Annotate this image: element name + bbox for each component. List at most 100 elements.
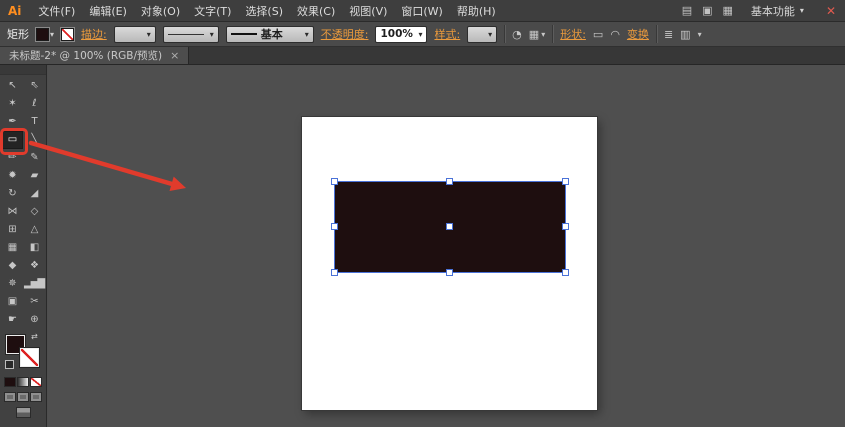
- shape-link[interactable]: 形状:: [560, 26, 586, 42]
- tool-slice[interactable]: ✂: [23, 293, 45, 311]
- document-layout-icon[interactable]: ▣: [702, 4, 712, 17]
- shape-properties-icon-1[interactable]: ▭: [593, 28, 603, 41]
- tool-column-graph[interactable]: ▂▅▇: [23, 275, 45, 293]
- tool-icon: ↻: [8, 189, 15, 199]
- shape-properties-icon-2[interactable]: ◠: [610, 28, 620, 41]
- tool-line-segment[interactable]: ╲: [23, 131, 45, 149]
- tool-grid: ↖ ⇖ ✶ ℓ ✒ T ▭ ╲ ✏ ✎ ✹ ▰: [0, 75, 46, 329]
- brush-definition-combo[interactable]: 基本 ▾: [226, 26, 314, 43]
- menu-file[interactable]: 文件(F): [31, 3, 82, 19]
- menu-help[interactable]: 帮助(H): [450, 3, 503, 19]
- tool-eyedropper[interactable]: ◆: [1, 257, 23, 275]
- tool-artboard[interactable]: ▣: [1, 293, 23, 311]
- selected-rectangle[interactable]: [335, 182, 565, 272]
- separator: [552, 25, 553, 43]
- selection-handle-middle-left[interactable]: [331, 223, 338, 230]
- tool-pencil[interactable]: ✎: [23, 149, 45, 167]
- menu-bar-right: ▤ ▣ ▦ 基本功能 ▾ ✕: [682, 2, 845, 20]
- align-panel-icon[interactable]: ▦ ▾: [529, 28, 545, 41]
- menu-effect[interactable]: 效果(C): [290, 3, 342, 19]
- tool-selection[interactable]: ↖: [1, 77, 23, 95]
- tool-blend[interactable]: ❖: [23, 257, 45, 275]
- change-screen-mode-button[interactable]: [16, 407, 31, 418]
- more-options-icon[interactable]: ▾: [698, 30, 702, 39]
- tool-icon: ◆: [9, 261, 16, 271]
- brush-stroke-preview: [231, 33, 257, 35]
- selection-handle-bottom-middle[interactable]: [446, 269, 453, 276]
- tool-width[interactable]: ⋈: [1, 203, 23, 221]
- tool-scale[interactable]: ◢: [23, 185, 45, 203]
- none-button[interactable]: [30, 377, 42, 387]
- selection-handle-top-right[interactable]: [562, 178, 569, 185]
- tool-icon: ▣: [8, 297, 16, 307]
- tool-icon: ▂▅▇: [24, 279, 44, 289]
- stroke-color-indicator[interactable]: [20, 348, 39, 367]
- menu-select[interactable]: 选择(S): [238, 3, 290, 19]
- tool-pen[interactable]: ✒: [1, 113, 23, 131]
- tool-symbol-sprayer[interactable]: ✵: [1, 275, 23, 293]
- draw-behind-button[interactable]: [17, 392, 29, 402]
- menu-edit[interactable]: 编辑(E): [82, 3, 134, 19]
- tool-lasso[interactable]: ℓ: [23, 95, 45, 113]
- fill-color-swatch[interactable]: ▾: [36, 28, 54, 41]
- document-tab-close-icon[interactable]: ×: [170, 49, 179, 62]
- tool-hand[interactable]: ☛: [1, 311, 23, 329]
- default-fill-stroke-icon[interactable]: [5, 360, 14, 369]
- tool-gradient[interactable]: ◧: [23, 239, 45, 257]
- menu-view[interactable]: 视图(V): [342, 3, 394, 19]
- tool-perspective-grid[interactable]: △: [23, 221, 45, 239]
- tool-rectangle[interactable]: ▭: [1, 131, 23, 149]
- transform-link[interactable]: 变换: [627, 26, 649, 42]
- align-objects-icon[interactable]: ≣: [664, 28, 673, 41]
- separator: [656, 25, 657, 43]
- tool-paintbrush[interactable]: ✏: [1, 149, 23, 167]
- tool-magic-wand[interactable]: ✶: [1, 95, 23, 113]
- recolor-artwork-icon[interactable]: ◔: [512, 28, 522, 41]
- arrange-documents-icon[interactable]: ▤: [682, 4, 692, 17]
- width-profile-combo[interactable]: ▾: [163, 26, 219, 43]
- tool-direct-selection[interactable]: ⇖: [23, 77, 45, 95]
- tool-free-transform[interactable]: ◇: [23, 203, 45, 221]
- selection-handle-middle-right[interactable]: [562, 223, 569, 230]
- tool-icon: ◢: [31, 189, 38, 199]
- color-button[interactable]: [4, 377, 16, 387]
- tool-icon: ╲: [31, 135, 36, 145]
- tool-shape-builder[interactable]: ⊞: [1, 221, 23, 239]
- toolbar-grip[interactable]: [0, 65, 46, 75]
- selection-handle-top-left[interactable]: [331, 178, 338, 185]
- stroke-weight-combo[interactable]: ▾: [114, 26, 156, 43]
- menu-window[interactable]: 窗口(W): [394, 3, 449, 19]
- document-tab[interactable]: 未标题-2* @ 100% (RGB/预览) ×: [0, 47, 189, 64]
- graphic-style-combo[interactable]: ▾: [467, 26, 497, 43]
- menu-type[interactable]: 文字(T): [187, 3, 238, 19]
- distribute-objects-icon[interactable]: ▥: [680, 28, 690, 41]
- swap-fill-stroke-icon[interactable]: ⇄: [31, 332, 38, 341]
- chevron-down-icon: ▾: [800, 6, 804, 15]
- tool-eraser[interactable]: ▰: [23, 167, 45, 185]
- tool-type[interactable]: T: [23, 113, 45, 131]
- gradient-button[interactable]: [17, 377, 29, 387]
- tool-mesh[interactable]: ▦: [1, 239, 23, 257]
- canvas-area[interactable]: [48, 65, 845, 427]
- fill-color-chip: [36, 28, 49, 41]
- menu-object[interactable]: 对象(O): [134, 3, 187, 19]
- selection-handle-bottom-left[interactable]: [331, 269, 338, 276]
- draw-inside-button[interactable]: [30, 392, 42, 402]
- selection-handle-bottom-right[interactable]: [562, 269, 569, 276]
- align-grid-glyph: ▦: [529, 28, 539, 41]
- stroke-panel-link[interactable]: 描边:: [81, 26, 107, 42]
- stroke-color-swatch[interactable]: [61, 28, 74, 41]
- workspace-grid-icon[interactable]: ▦: [723, 4, 733, 17]
- tool-zoom[interactable]: ⊕: [23, 311, 45, 329]
- tool-rotate[interactable]: ↻: [1, 185, 23, 203]
- selection-handle-top-middle[interactable]: [446, 178, 453, 185]
- selection-center-point[interactable]: [446, 223, 453, 230]
- window-close-button[interactable]: ✕: [822, 4, 836, 18]
- workspace-switcher[interactable]: 基本功能 ▾: [745, 2, 810, 20]
- tool-blob-brush[interactable]: ✹: [1, 167, 23, 185]
- tool-icon: ⋈: [8, 207, 17, 217]
- opacity-combo[interactable]: 100% ▾: [375, 26, 427, 43]
- graphic-style-link[interactable]: 样式:: [434, 26, 460, 42]
- opacity-link[interactable]: 不透明度:: [321, 26, 369, 42]
- draw-normal-button[interactable]: [4, 392, 16, 402]
